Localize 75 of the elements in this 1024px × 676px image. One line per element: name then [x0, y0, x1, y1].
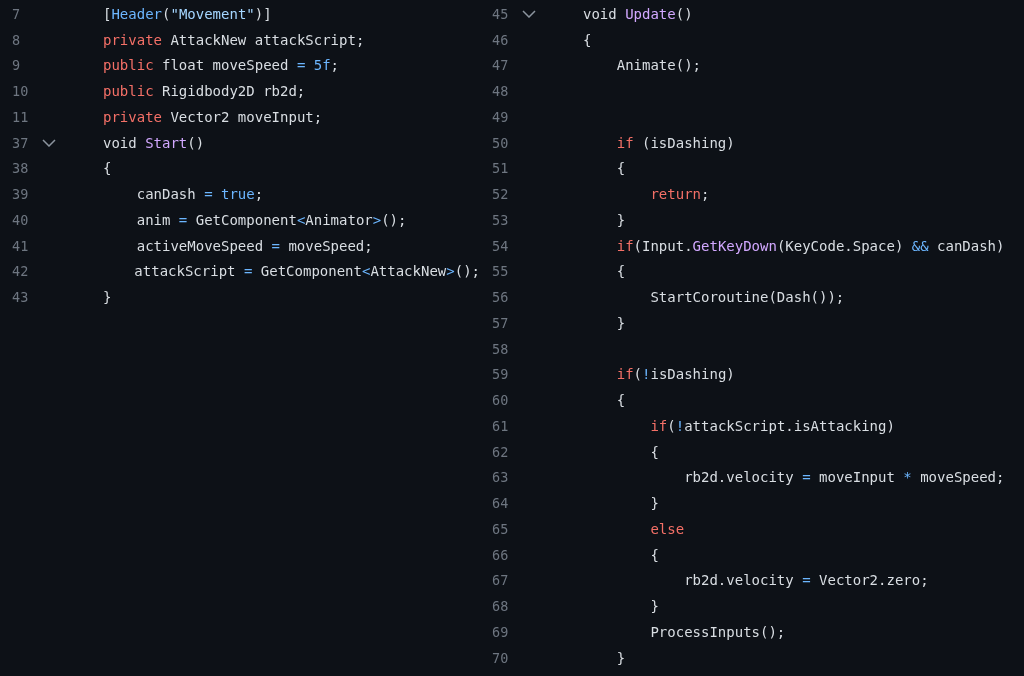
line-number: 55 — [491, 263, 510, 280]
line-number: 69 — [491, 623, 510, 640]
code-line: ProcessInputs(); — [649, 623, 786, 640]
code-line: void Start() — [103, 134, 205, 151]
line-number: 58 — [491, 340, 510, 357]
code-line: private AttackNew attackScript; — [103, 31, 365, 48]
code-line: } — [615, 211, 626, 228]
line-number: 52 — [491, 186, 510, 203]
line-number: 62 — [491, 443, 510, 460]
code-line: if (isDashing) — [615, 134, 735, 151]
code-line: } — [615, 314, 626, 331]
code-line: if(!attackScript.isAttacking) — [649, 417, 895, 434]
line-number: 41 — [11, 237, 30, 254]
code-line: } — [103, 289, 112, 306]
code-line: { — [615, 392, 626, 409]
line-number: 42 — [11, 263, 30, 280]
code-line: { — [583, 31, 592, 48]
line-number: 59 — [491, 366, 510, 383]
chevron-down-icon[interactable] — [522, 9, 536, 18]
line-number: 54 — [491, 237, 510, 254]
code-line: Animate(); — [615, 57, 701, 74]
code-line: canDash = true; — [135, 186, 264, 203]
code-line: [Header("Movement")] — [103, 5, 272, 22]
code-line: return; — [649, 186, 710, 203]
line-number: 47 — [491, 57, 510, 74]
line-number: 37 — [11, 134, 30, 151]
code-line: { — [649, 443, 659, 460]
code-line: if(!isDashing) — [615, 366, 735, 383]
code-line: public Rigidbody2D rb2d; — [103, 83, 306, 100]
line-number: 38 — [11, 160, 30, 177]
line-number: 65 — [491, 520, 510, 537]
code-line: anim = GetComponent<Animator>(); — [135, 211, 407, 228]
line-number: 57 — [491, 314, 510, 331]
code-line: if(Input.GetKeyDown(KeyCode.Space) && canDash) — [615, 237, 1005, 254]
code-line: public float moveSpeed = 5f; — [103, 57, 340, 74]
line-number: 61 — [491, 417, 510, 434]
line-number: 70 — [491, 649, 510, 666]
line-number: 11 — [11, 108, 30, 125]
line-number: 40 — [11, 211, 30, 228]
code-line: { — [103, 160, 112, 177]
line-number: 7 — [11, 5, 22, 22]
line-number: 9 — [11, 57, 22, 74]
code-line: rb2d.velocity = moveInput * moveSpeed; — [683, 469, 1005, 486]
line-number: 39 — [11, 186, 30, 203]
line-number: 45 — [491, 5, 510, 22]
code-line: StartCoroutine(Dash()); — [649, 289, 845, 306]
line-number: 66 — [491, 546, 510, 563]
code-line: } — [649, 495, 659, 512]
code-line: activeMoveSpeed = moveSpeed; — [135, 237, 373, 254]
line-number: 53 — [491, 211, 510, 228]
line-number: 60 — [491, 392, 510, 409]
code-line: { — [615, 160, 626, 177]
line-number: 67 — [491, 572, 510, 589]
line-number: 51 — [491, 160, 510, 177]
code-line: else — [649, 520, 685, 537]
line-number: 63 — [491, 469, 510, 486]
line-number: 8 — [11, 31, 22, 48]
code-line: { — [649, 546, 659, 563]
code-line: } — [649, 598, 659, 615]
chevron-down-icon[interactable] — [42, 138, 56, 147]
line-number: 49 — [491, 108, 510, 125]
code-line: private Vector2 moveInput; — [103, 108, 323, 125]
code-line: rb2d.velocity = Vector2.zero; — [683, 572, 929, 589]
line-number: 46 — [491, 31, 510, 48]
code-line: void Update() — [583, 5, 693, 22]
line-number: 48 — [491, 83, 510, 100]
line-number: 43 — [11, 289, 30, 306]
code-line: } — [615, 649, 626, 666]
line-number: 64 — [491, 495, 510, 512]
code-line: attackScript = GetComponent<AttackNew>(); — [133, 263, 480, 280]
line-number: 56 — [491, 289, 510, 306]
line-number: 68 — [491, 598, 510, 615]
line-number: 10 — [11, 83, 30, 100]
code-line: { — [615, 263, 626, 280]
line-number: 50 — [491, 134, 510, 151]
